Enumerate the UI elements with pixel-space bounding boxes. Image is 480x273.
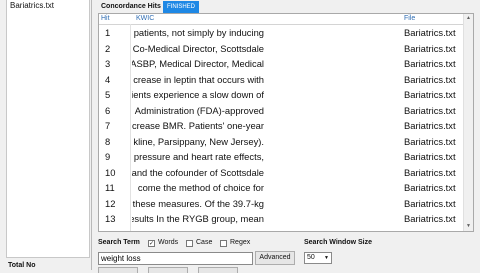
table-row[interactable]: 13esults In the RYGB group, meanweight l… <box>99 211 473 227</box>
hit-number: 11 <box>105 182 115 193</box>
hit-number: 12 <box>105 197 116 209</box>
table-row[interactable]: 11come the method of choice forweight lo… <box>99 180 473 196</box>
file-name-cell: Bariatrics.txt <box>404 227 464 232</box>
advanced-button[interactable]: Advanced <box>255 251 295 265</box>
search-term-label: Search Term <box>98 239 140 246</box>
file-name-cell: Bariatrics.txt <box>404 104 456 116</box>
kwic-left-context: come the method of choice for <box>137 182 264 193</box>
hit-number: 14 <box>105 227 115 232</box>
kwic-left-context: kline, Parsippany, New Jersey). <box>133 135 264 147</box>
hit-number: 4 <box>105 73 111 85</box>
kwic-left-context: these measures. Of the 39.7-kg <box>132 197 264 209</box>
kwic-left-context: and the cofounder of Scottsdale <box>132 166 264 178</box>
file-name-cell: Bariatrics.txt <box>404 213 456 224</box>
table-row[interactable]: 12these measures. Of the 39.7-kgweight l… <box>99 196 473 212</box>
search-window-size-select[interactable]: 50 ▼ <box>304 252 332 264</box>
table-row[interactable]: 3ASBP, Medical Director, MedicalWeight L… <box>99 56 473 72</box>
corpus-file-list[interactable]: Bariatrics.txt <box>6 0 90 258</box>
words-checkbox-label: Words <box>158 239 179 246</box>
table-row[interactable]: 2Co-Medical Director, ScottsdaleWeight L… <box>99 41 473 57</box>
table-row[interactable]: 14s in response to RYGB-inducedweight lo… <box>99 227 473 232</box>
table-row[interactable]: 4crease in leptin that occurs withweight… <box>99 72 473 88</box>
kwic-left-context: s in response to RYGB-induced <box>132 227 264 232</box>
hit-number: 1 <box>105 27 111 38</box>
file-name-cell: Bariatrics.txt <box>404 151 456 162</box>
file-name-cell: Bariatrics.txt <box>404 166 456 178</box>
scroll-down-arrow-icon[interactable]: ▼ <box>465 223 472 230</box>
file-name-cell: Bariatrics.txt <box>404 73 456 85</box>
table-row[interactable]: 5ients experience a slow down ofweight l… <box>99 87 473 103</box>
table-row[interactable]: 7crease BMR. Patients' one-yearweight lo… <box>99 118 473 134</box>
file-name-cell: Bariatrics.txt <box>404 27 456 38</box>
hit-number: 2 <box>105 42 111 54</box>
kwic-left-context: esults In the RYGB group, mean <box>132 213 264 224</box>
file-name-cell: Bariatrics.txt <box>404 42 456 54</box>
kwic-left-context: patients, not simply by inducing <box>133 27 264 38</box>
table-row[interactable]: 1patients, not simply by inducingweight … <box>99 25 473 41</box>
kwic-left-context: Co-Medical Director, Scottsdale <box>132 42 264 54</box>
file-name-cell: Bariatrics.txt <box>404 58 456 69</box>
hit-number: 10 <box>105 166 116 178</box>
start-button[interactable] <box>98 267 138 273</box>
hit-number: 13 <box>105 213 116 224</box>
concordance-pane: Concordance Hits FINISHED Hit KWIC File … <box>95 0 480 273</box>
sort-button[interactable] <box>198 267 238 273</box>
file-name-cell: Bariatrics.txt <box>404 197 456 209</box>
chevron-down-icon: ▼ <box>324 255 329 261</box>
kwic-left-context: pressure and heart rate effects, <box>133 151 264 162</box>
hit-number: 5 <box>105 89 111 100</box>
words-checkbox[interactable]: ✓ <box>148 240 155 247</box>
table-body: 1patients, not simply by inducingweight … <box>99 25 473 232</box>
file-name-cell: Bariatrics.txt <box>404 182 456 193</box>
case-checkbox-label: Case <box>196 239 213 246</box>
table-row[interactable]: 10and the cofounder of ScottsdaleWeight … <box>99 165 473 181</box>
search-window-size-label: Search Window Size <box>304 239 373 246</box>
concordance-table[interactable]: Hit KWIC File 1 patients, not simply by i… <box>98 13 474 232</box>
file-name-cell: Bariatrics.txt <box>404 135 456 147</box>
hit-number: 7 <box>105 120 111 131</box>
kwic-left-context: crease BMR. Patients' one-year <box>132 120 264 131</box>
kwic-left-context: crease in leptin that occurs with <box>133 73 264 85</box>
status-badge: FINISHED <box>163 1 199 13</box>
table-row[interactable]: 9pressure and heart rate effects,weight … <box>99 149 473 165</box>
corpus-file-item[interactable]: Bariatrics.txt <box>7 0 89 11</box>
search-term-input[interactable] <box>98 252 253 265</box>
stop-button[interactable] <box>148 267 188 273</box>
file-name-cell: Bariatrics.txt <box>404 120 456 131</box>
column-header-file[interactable]: File <box>404 14 415 24</box>
table-row[interactable]: 8kline, Parsippany, New Jersey).Weight l… <box>99 134 473 150</box>
total-label: Total No <box>8 262 36 269</box>
column-header-kwic[interactable]: KWIC <box>136 14 154 24</box>
scroll-up-arrow-icon[interactable]: ▲ <box>465 15 472 22</box>
table-row[interactable]: 6Administration (FDA)-approvedweight los… <box>99 103 473 119</box>
hit-number: 9 <box>105 151 111 162</box>
concordance-hits-title: Concordance Hits <box>101 3 161 10</box>
file-name-cell: Bariatrics.txt <box>404 89 456 100</box>
search-window-size-value: 50 <box>307 254 315 261</box>
hit-number: 3 <box>105 58 111 69</box>
kwic-left-context: ASBP, Medical Director, Medical <box>132 58 264 69</box>
hit-number: 8 <box>105 135 111 147</box>
hit-number: 6 <box>105 104 111 116</box>
column-header-hit[interactable]: Hit <box>101 14 110 24</box>
vertical-scrollbar[interactable]: ▲ ▼ <box>463 14 473 231</box>
regex-checkbox[interactable] <box>220 240 227 247</box>
kwic-left-context: ients experience a slow down of <box>132 89 264 100</box>
regex-checkbox-label: Regex <box>230 239 251 246</box>
corpus-files-pane: Bariatrics.txt Total No <box>0 0 92 270</box>
case-checkbox[interactable] <box>186 240 193 247</box>
table-header: Hit KWIC File <box>99 14 473 25</box>
kwic-left-context: Administration (FDA)-approved <box>134 104 264 116</box>
